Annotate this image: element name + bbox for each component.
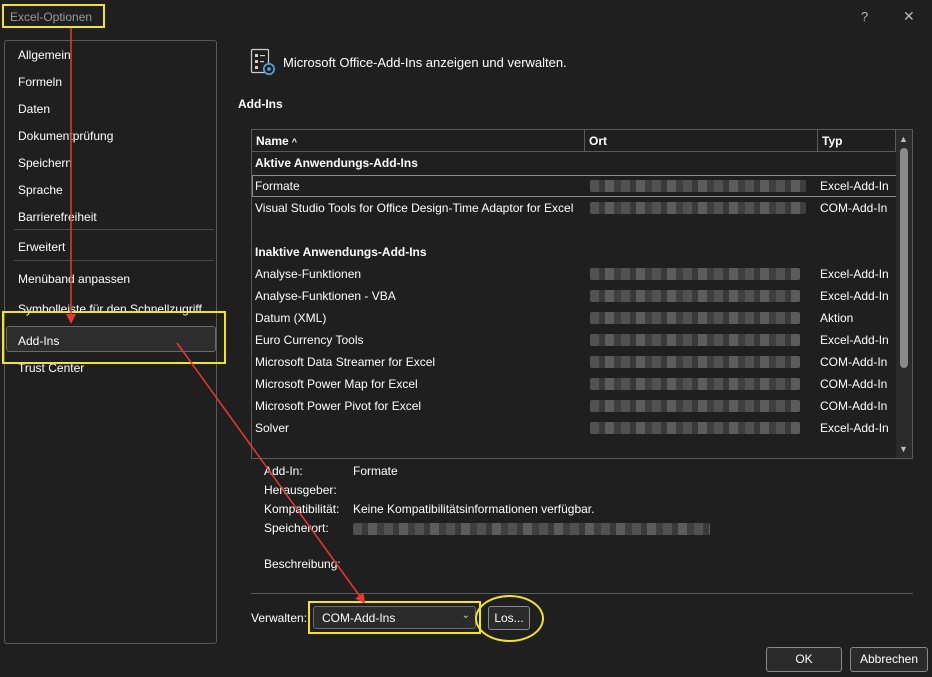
annotation-arrow-to-manage (176, 342, 366, 604)
annotation-arrows (66, 28, 366, 604)
